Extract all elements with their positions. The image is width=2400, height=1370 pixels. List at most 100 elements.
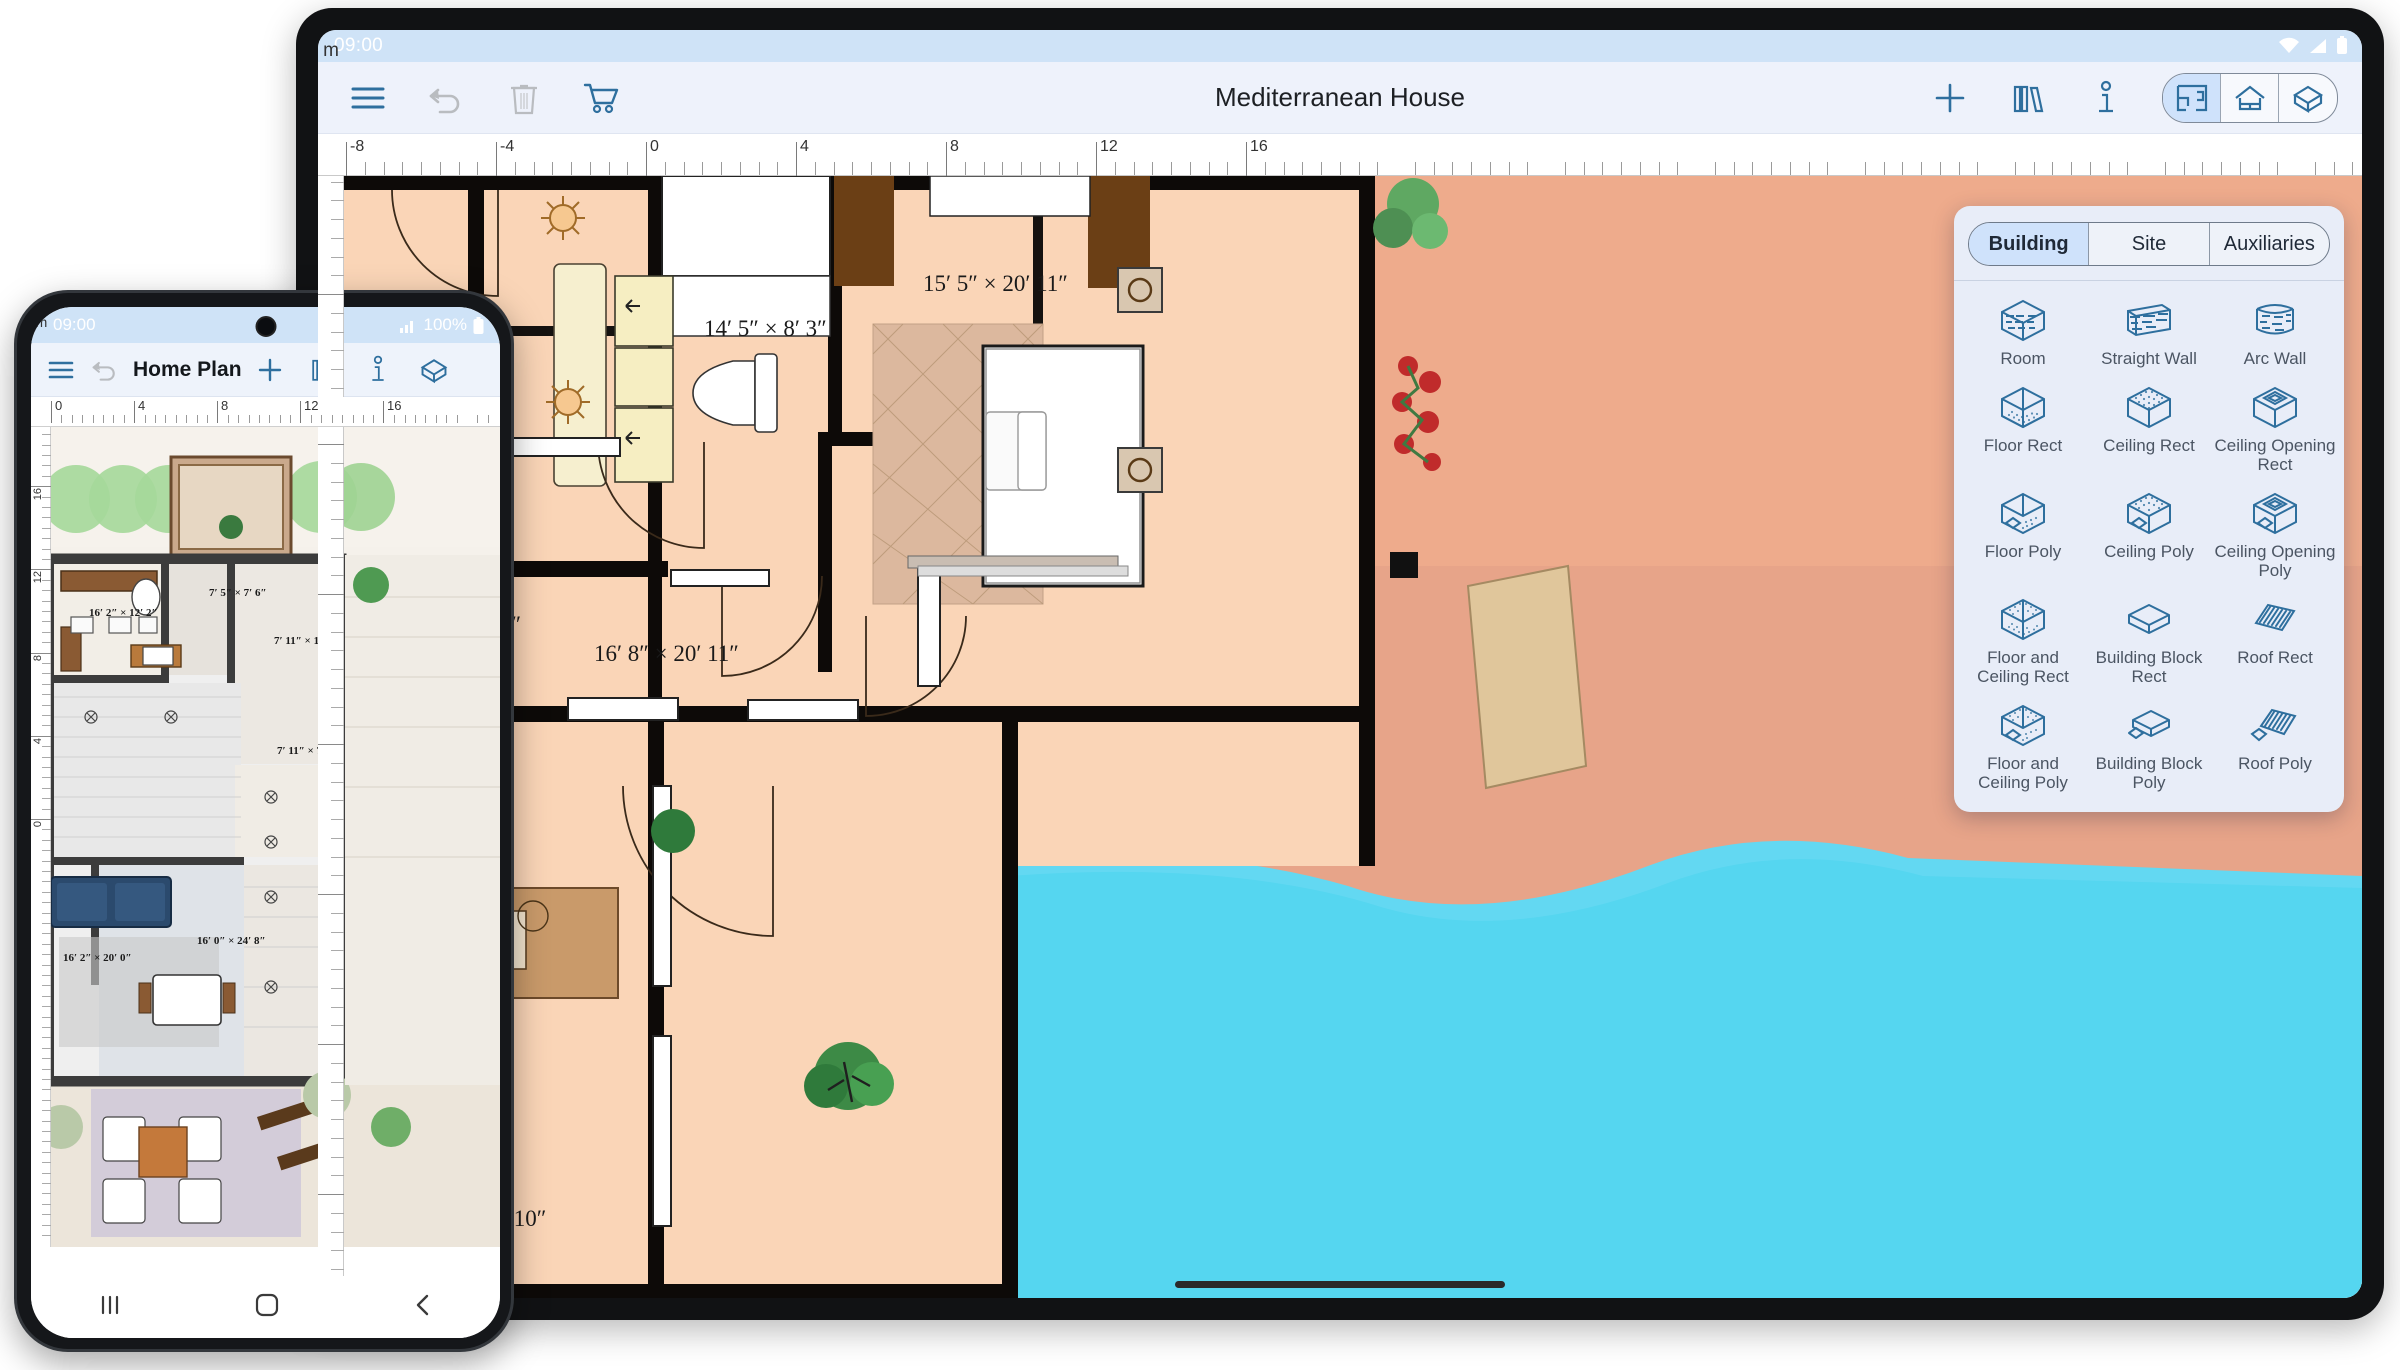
ruler-tick-label: 8 — [950, 138, 959, 155]
ruler-tick — [42, 715, 51, 716]
ruler-tick — [2352, 162, 2354, 175]
roof-poly-icon — [2250, 709, 2297, 742]
view-mode-plan[interactable] — [2163, 73, 2221, 122]
ruler-tick-label: 8 — [32, 654, 44, 661]
back-button[interactable] — [411, 1292, 435, 1323]
building-block-poly-icon — [2128, 710, 2170, 740]
menu-icon[interactable] — [41, 350, 81, 390]
tool-ceiling-opening-poly[interactable]: Ceiling Opening Poly — [2212, 480, 2338, 586]
tool-ceiling-poly[interactable]: Ceiling Poly — [2086, 480, 2212, 586]
ceiling-rect-icon — [2127, 386, 2171, 429]
ruler-tick — [42, 590, 51, 592]
ruler-tick — [1864, 162, 1866, 175]
info-icon[interactable] — [358, 350, 398, 390]
ruler-tick — [42, 444, 51, 446]
ruler-tick — [238, 415, 240, 423]
tool-ceiling-opening-rect[interactable]: Ceiling Opening Rect — [2212, 374, 2338, 480]
ruler-tick — [331, 612, 344, 614]
tool-straight-wall[interactable]: Straight Wall — [2086, 287, 2212, 374]
ruler-tick — [331, 631, 344, 633]
ruler-tick — [31, 735, 51, 737]
undo-icon[interactable] — [424, 76, 468, 120]
tablet-right-toolbar — [1928, 72, 2338, 123]
ruler-tick — [2221, 162, 2222, 175]
library-icon[interactable] — [2006, 76, 2050, 120]
ruler-tick — [1921, 162, 1922, 175]
vertical-ruler[interactable] — [318, 134, 344, 1298]
ruler-tick — [2183, 162, 2185, 175]
tablet-status-icons — [2278, 30, 2348, 62]
ruler-tick — [589, 162, 591, 175]
phone-vertical-ruler[interactable]: 201612840 — [31, 397, 51, 1247]
ruler-tick-label: 0 — [32, 821, 44, 828]
tool-label: Roof Poly — [2238, 754, 2312, 774]
tool-ceiling-rect[interactable]: Ceiling Rect — [2086, 374, 2212, 480]
ruler-tick — [2333, 162, 2335, 175]
ruler-tick — [311, 415, 312, 423]
ruler-tick — [42, 507, 51, 508]
ruler-tick — [42, 704, 51, 706]
ruler-tick — [227, 415, 229, 423]
tool-roof-poly[interactable]: Roof Poly — [2212, 692, 2338, 798]
tool-room[interactable]: Room — [1960, 287, 2086, 374]
ruler-tick — [165, 415, 167, 423]
delete-icon[interactable] — [502, 76, 546, 120]
ruler-tick — [1208, 162, 1210, 175]
building-tools-panel: Building Site Auxiliaries Room Straight … — [1954, 206, 2344, 813]
ruler-tick — [331, 856, 344, 858]
tool-floor-and-ceiling-rect[interactable]: Floor and Ceiling Rect — [1960, 586, 2086, 692]
view-mode-3d[interactable] — [2279, 74, 2337, 122]
tool-building-block-poly[interactable]: Building Block Poly — [2086, 692, 2212, 798]
tool-arc-wall[interactable]: Arc Wall — [2212, 287, 2338, 374]
tool-building-block-rect[interactable]: Building Block Rect — [2086, 586, 2212, 692]
ruler-tick — [82, 415, 84, 423]
phone-floor-plan-canvas[interactable]: 16′ 2″ × 12′ 2″ 7′ 5″ × 7′ 6″ 7′ 11″ × 1… — [31, 427, 500, 1247]
ruler-tick — [1658, 162, 1660, 175]
ruler-tick — [777, 162, 779, 175]
ruler-tick — [1264, 162, 1266, 175]
ruler-tick — [42, 1089, 51, 1091]
ruler-tick — [739, 162, 741, 175]
horizontal-ruler[interactable]: -8 -4 0 4 8 12 16 — [318, 134, 2362, 176]
ruler-tick — [1339, 162, 1341, 175]
ruler-tick — [155, 415, 156, 423]
ruler-tick — [664, 162, 666, 175]
ruler-tick — [290, 415, 292, 423]
ruler-tick — [2052, 162, 2054, 175]
ruler-tick — [42, 964, 51, 966]
ruler-tick-label: 8 — [221, 398, 229, 413]
cart-icon[interactable] — [580, 76, 624, 120]
ruler-tick — [331, 331, 344, 333]
phone-horizontal-ruler[interactable]: 0 4 8 12 16 — [31, 397, 500, 427]
tool-floor-poly[interactable]: Floor Poly — [1960, 480, 2086, 586]
wifi-icon — [2279, 37, 2299, 53]
add-icon[interactable] — [250, 350, 290, 390]
ruler-tick — [248, 415, 250, 423]
tool-floor-and-ceiling-poly[interactable]: Floor and Ceiling Poly — [1960, 692, 2086, 798]
tool-floor-rect[interactable]: Floor Rect — [1960, 374, 2086, 480]
ruler-tick-label: 12 — [32, 571, 44, 584]
tab-building[interactable]: Building — [1969, 223, 2090, 265]
3d-view-icon[interactable] — [414, 350, 454, 390]
add-icon[interactable] — [1928, 76, 1972, 120]
menu-icon[interactable] — [346, 76, 390, 120]
ruler-tick — [42, 912, 51, 914]
recents-button[interactable] — [97, 1293, 123, 1322]
ruler-tick — [814, 162, 816, 175]
ruler-tick — [42, 1079, 51, 1080]
ruler-tick — [477, 415, 479, 423]
tab-auxiliaries[interactable]: Auxiliaries — [2210, 223, 2329, 265]
ruler-tick — [42, 455, 51, 456]
home-button[interactable] — [254, 1292, 280, 1323]
view-mode-switch[interactable] — [2162, 72, 2338, 123]
tool-roof-rect[interactable]: Roof Rect — [2212, 586, 2338, 692]
view-mode-elevation[interactable] — [2221, 73, 2279, 122]
tablet-bezel: 09:00 Mediterranean House 14′ 5″ × 8′ 3″… — [318, 30, 2362, 1298]
ruler-tick — [1471, 162, 1472, 175]
undo-icon[interactable] — [85, 350, 125, 390]
ruler-tick — [331, 256, 344, 258]
tab-site[interactable]: Site — [2089, 223, 2210, 265]
info-icon[interactable] — [2084, 76, 2128, 120]
ruler-tick — [1152, 162, 1154, 175]
ruler-tick — [331, 1100, 344, 1102]
